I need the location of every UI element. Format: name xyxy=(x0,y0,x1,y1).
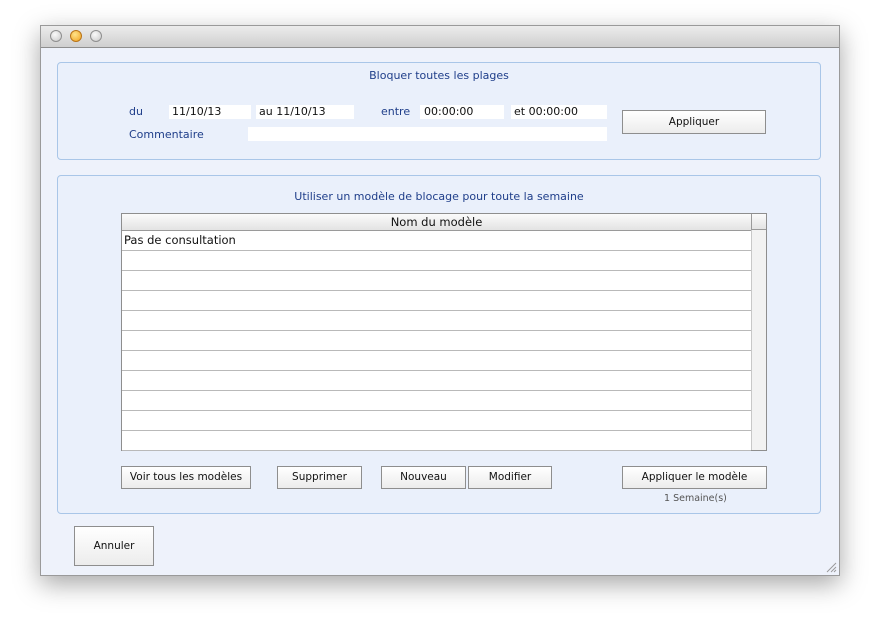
comment-field[interactable] xyxy=(248,127,607,141)
template-row[interactable] xyxy=(122,371,751,391)
comment-label: Commentaire xyxy=(129,128,204,141)
template-row[interactable] xyxy=(122,291,751,311)
from-date-field[interactable]: 11/10/13 xyxy=(169,105,251,119)
dialog-window: Bloquer toutes les plages du 11/10/13 au… xyxy=(40,25,840,576)
template-row[interactable]: Pas de consultation xyxy=(122,231,751,251)
edit-template-button[interactable]: Modifier xyxy=(468,466,552,489)
view-all-templates-button[interactable]: Voir tous les modèles xyxy=(121,466,251,489)
between-label: entre xyxy=(381,105,411,118)
template-panel: Utiliser un modèle de blocage pour toute… xyxy=(57,175,821,514)
template-row[interactable] xyxy=(122,271,751,291)
template-table: Nom du modèle Pas de consultation xyxy=(121,213,767,451)
table-corner xyxy=(751,214,766,230)
resize-grip-icon[interactable] xyxy=(825,561,837,573)
from-label: du xyxy=(129,105,143,118)
apply-button[interactable]: Appliquer xyxy=(622,110,766,134)
title-bar xyxy=(41,26,839,48)
week-count-label: 1 Semaine(s) xyxy=(664,493,727,504)
delete-template-button[interactable]: Supprimer xyxy=(277,466,362,489)
cancel-button[interactable]: Annuler xyxy=(74,526,154,566)
zoom-window-button[interactable] xyxy=(90,30,102,42)
block-all-panel: Bloquer toutes les plages du 11/10/13 au… xyxy=(57,62,821,160)
minimize-window-button[interactable] xyxy=(70,30,82,42)
table-vertical-scrollbar[interactable] xyxy=(751,230,766,450)
template-name-column-header[interactable]: Nom du modèle xyxy=(122,214,751,231)
block-all-title: Bloquer toutes les plages xyxy=(369,69,509,82)
to-date-field[interactable]: au 11/10/13 xyxy=(256,105,354,119)
new-template-button[interactable]: Nouveau xyxy=(381,466,466,489)
template-rows: Pas de consultation xyxy=(122,231,751,451)
start-time-field[interactable]: 00:00:00 xyxy=(420,105,504,119)
close-window-button[interactable] xyxy=(50,30,62,42)
template-section-title: Utiliser un modèle de blocage pour toute… xyxy=(294,190,584,203)
end-time-field[interactable]: et 00:00:00 xyxy=(511,105,607,119)
template-row[interactable] xyxy=(122,411,751,431)
template-row[interactable] xyxy=(122,431,751,451)
template-row[interactable] xyxy=(122,351,751,371)
apply-template-button[interactable]: Appliquer le modèle xyxy=(622,466,767,489)
template-row[interactable] xyxy=(122,331,751,351)
template-row[interactable] xyxy=(122,251,751,271)
template-row[interactable] xyxy=(122,391,751,411)
template-row[interactable] xyxy=(122,311,751,331)
